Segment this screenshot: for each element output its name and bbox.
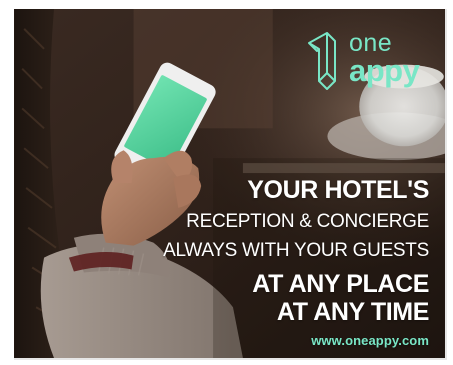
headline-line-1: YOUR HOTEL'S bbox=[247, 176, 429, 204]
website-link[interactable]: www.oneappy.com bbox=[311, 334, 429, 347]
logo-text-appy: appy bbox=[349, 53, 420, 88]
advertisement-banner[interactable]: one appy YOUR HOTEL'S RECEPTION & CONCIE… bbox=[14, 9, 447, 360]
page-frame: one appy YOUR HOTEL'S RECEPTION & CONCIE… bbox=[0, 0, 453, 365]
headline-line-2: RECEPTION & CONCIERGE bbox=[186, 211, 429, 232]
headline-line-5: AT ANY TIME bbox=[276, 298, 429, 326]
brand-logo[interactable]: one appy bbox=[305, 29, 435, 99]
headline-line-3: ALWAYS WITH YOUR GUESTS bbox=[163, 240, 429, 261]
headline-line-4: AT ANY PLACE bbox=[252, 270, 429, 298]
oneappy-logo-icon bbox=[308, 32, 336, 90]
